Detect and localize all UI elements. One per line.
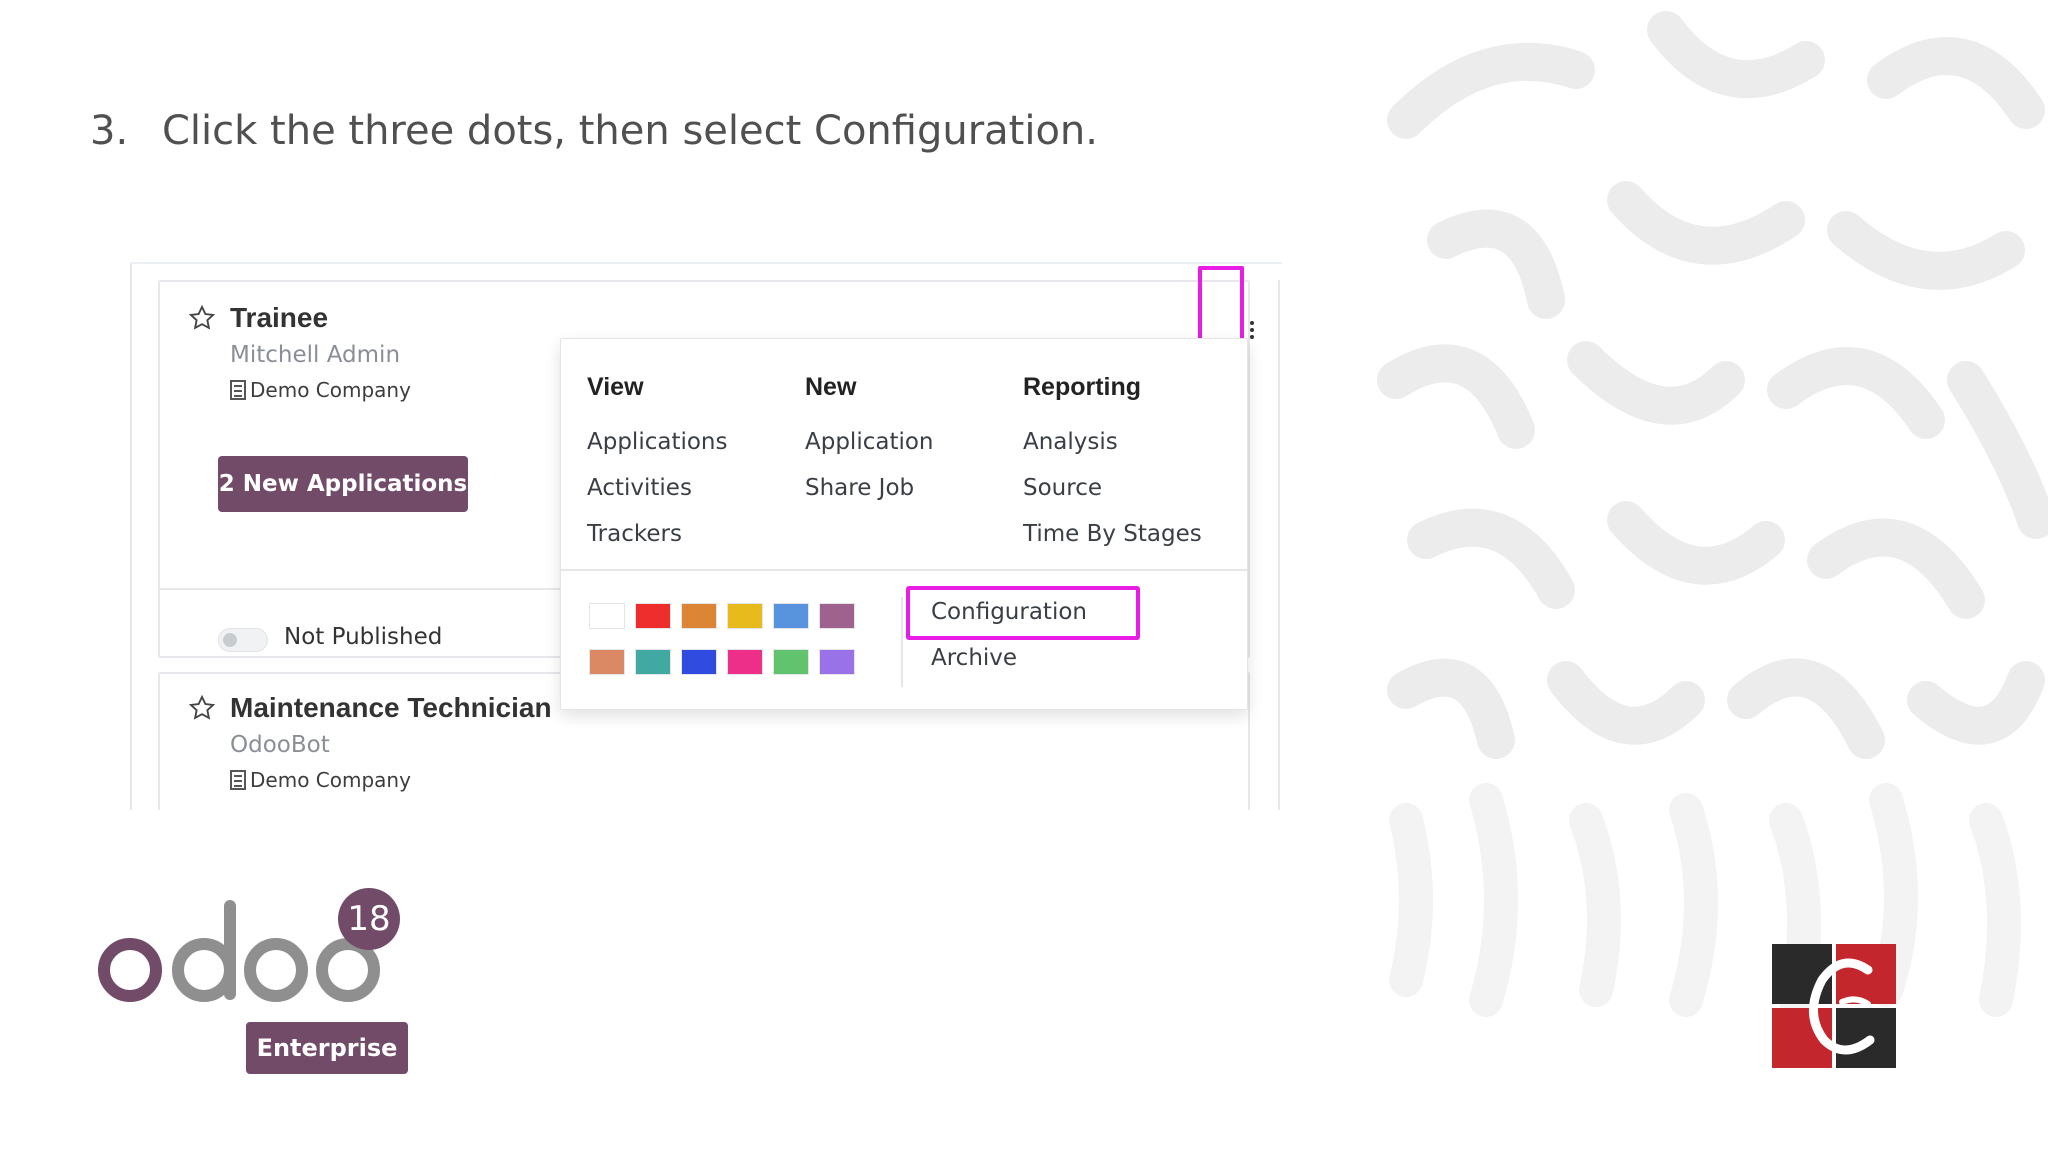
menu-item-activities[interactable]: Activities [587, 475, 692, 501]
color-swatch[interactable] [773, 649, 809, 675]
background-pattern [1366, 0, 2048, 1152]
menu-item-archive[interactable]: Archive [931, 645, 1017, 671]
panel-border-top [130, 262, 1282, 264]
job-title[interactable]: Maintenance Technician [230, 692, 552, 724]
menu-item-new-application[interactable]: Application [805, 429, 934, 455]
edition-badge: Enterprise [246, 1022, 408, 1074]
menu-item-trackers[interactable]: Trackers [587, 521, 682, 547]
color-swatch[interactable] [773, 603, 809, 629]
highlight-box-configuration [906, 586, 1140, 640]
company-logo [1772, 944, 1896, 1068]
color-swatch[interactable] [589, 603, 625, 629]
step-number: 3. [90, 108, 129, 154]
publish-toggle[interactable] [218, 628, 268, 652]
next-card-edge [1278, 280, 1282, 810]
company-name: Demo Company [250, 378, 411, 402]
color-swatch[interactable] [635, 603, 671, 629]
job-company: Demo Company [230, 768, 411, 792]
job-owner: Mitchell Admin [230, 342, 401, 368]
menu-item-analysis[interactable]: Analysis [1023, 429, 1118, 455]
step-text: Click the three dots, then select Config… [162, 108, 1098, 154]
color-swatch[interactable] [635, 649, 671, 675]
job-owner: OdooBot [230, 732, 330, 758]
menu-item-time-by-stages[interactable]: Time By Stages [1023, 521, 1202, 547]
color-swatch[interactable] [681, 649, 717, 675]
color-swatch[interactable] [589, 649, 625, 675]
color-swatch[interactable] [727, 649, 763, 675]
menu-item-applications[interactable]: Applications [587, 429, 728, 455]
menu-item-source[interactable]: Source [1023, 475, 1102, 501]
menu-vertical-divider [901, 597, 903, 687]
highlight-box-kebab [1198, 266, 1244, 348]
kebab-icon [1250, 328, 1254, 332]
job-title[interactable]: Trainee [230, 302, 328, 334]
menu-heading-reporting: Reporting [1023, 373, 1142, 401]
star-icon[interactable] [188, 694, 216, 722]
color-swatch[interactable] [681, 603, 717, 629]
star-icon[interactable] [188, 304, 216, 332]
kanban-card-dropdown: View Applications Activities Trackers Ne… [560, 338, 1248, 710]
color-swatch[interactable] [819, 603, 855, 629]
building-icon [230, 380, 246, 400]
version-badge: 18 [338, 888, 400, 950]
job-company: Demo Company [230, 378, 411, 402]
color-swatch[interactable] [727, 603, 763, 629]
menu-divider [561, 569, 1247, 571]
panel-border [130, 262, 132, 810]
step-instruction: 3. Click the three dots, then select Conf… [90, 108, 1098, 154]
menu-item-share-job[interactable]: Share Job [805, 475, 914, 501]
building-icon [230, 770, 246, 790]
company-name: Demo Company [250, 768, 411, 792]
menu-heading-new: New [805, 373, 857, 401]
publish-status: Not Published [284, 624, 443, 650]
menu-heading-view: View [587, 373, 644, 401]
screenshot-panel: Trainee Mitchell Admin Demo Company 2 Ne… [130, 262, 1282, 810]
color-swatch[interactable] [819, 649, 855, 675]
new-applications-button[interactable]: 2 New Applications [218, 456, 468, 512]
